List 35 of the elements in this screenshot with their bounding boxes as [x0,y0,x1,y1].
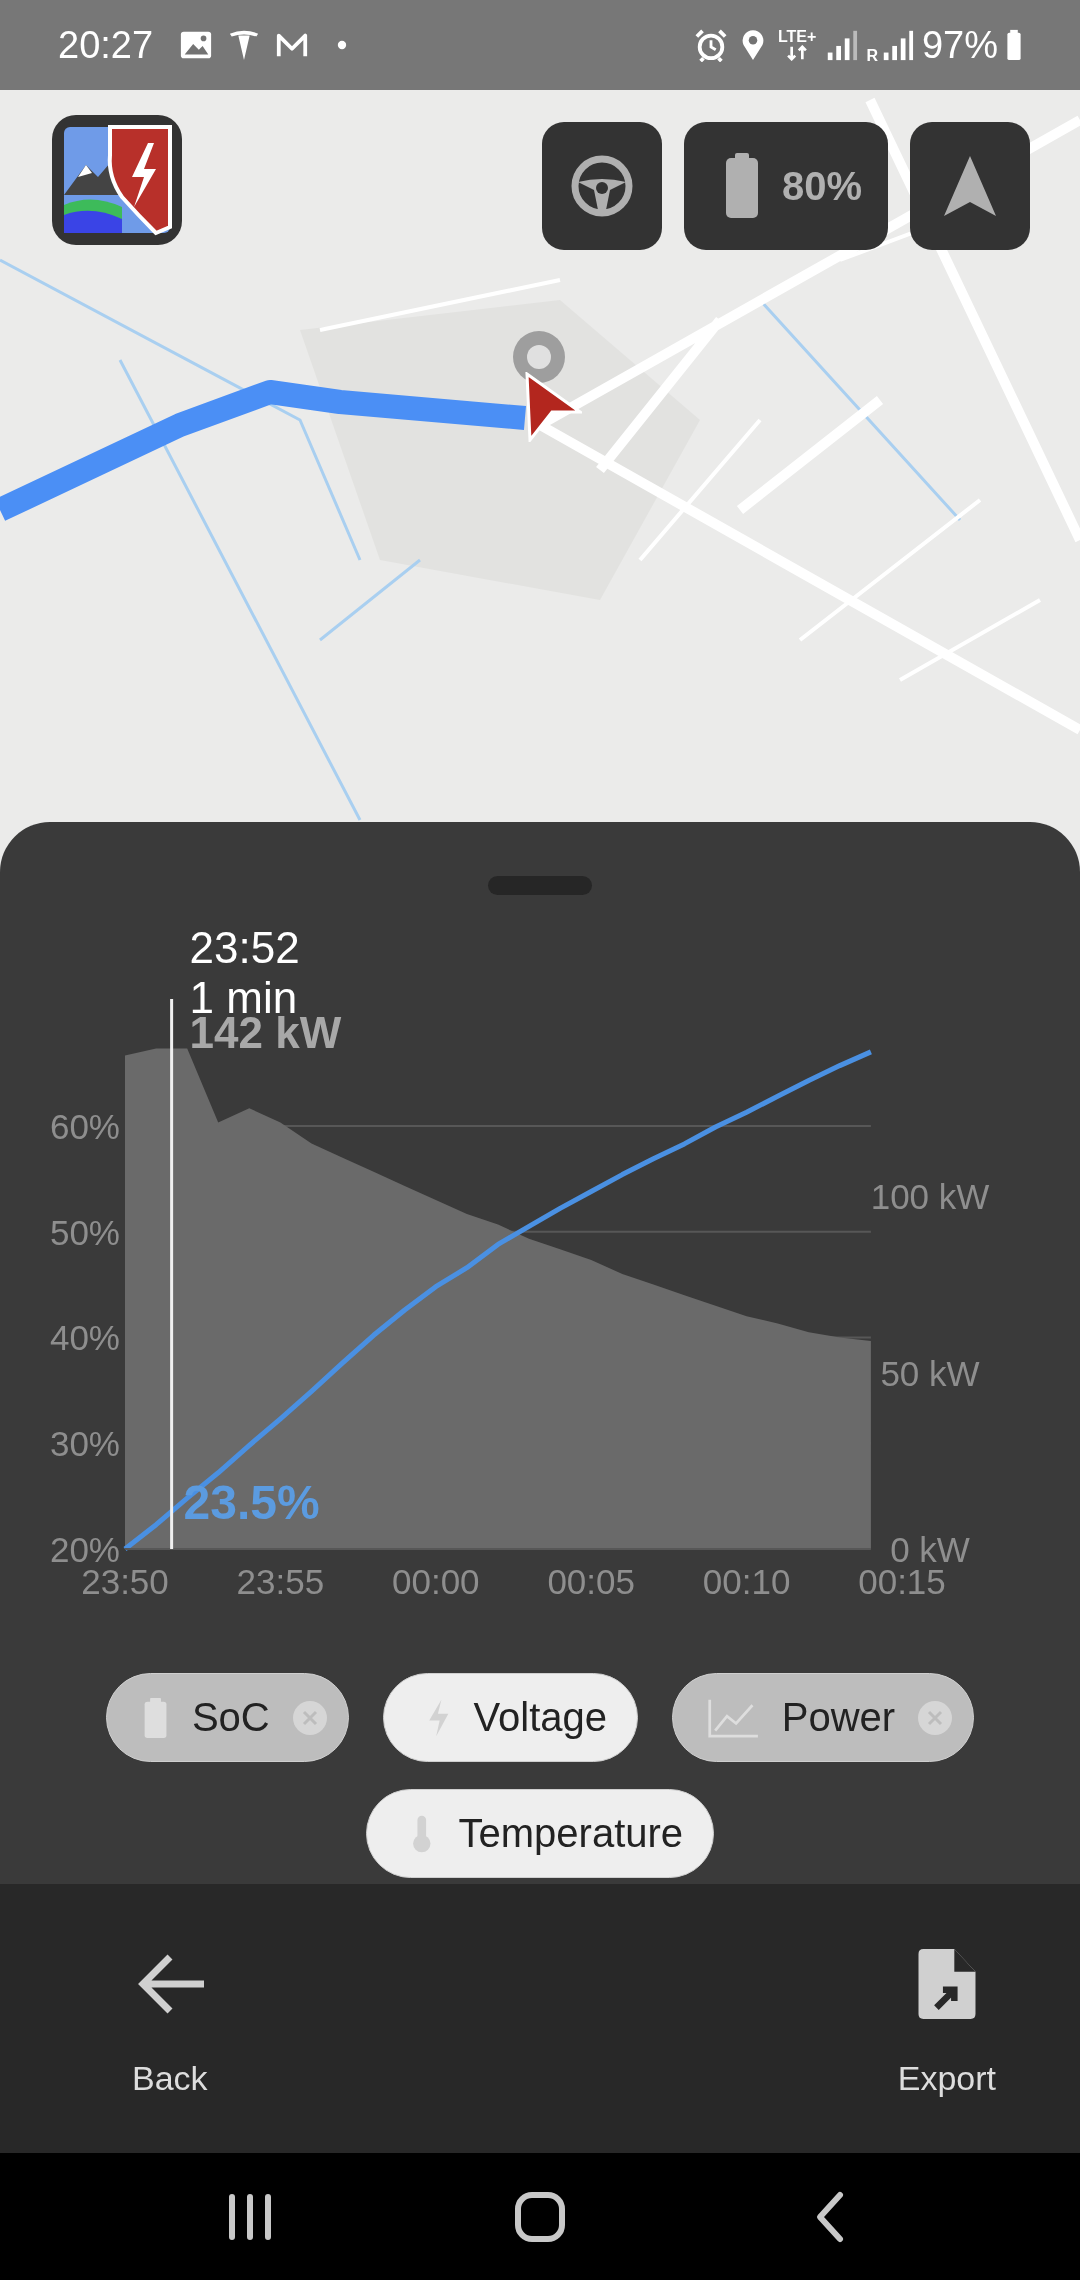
soc-reading: 23.5% [183,1476,320,1530]
network-type: LTE+ [778,29,817,45]
axis-label: 30% [49,1424,120,1464]
steering-wheel-button[interactable] [541,122,662,250]
filter-chip[interactable]: Temperature [365,1789,715,1878]
axis-label: 50 kW [880,1353,980,1393]
car-marker-icon [522,372,582,442]
file-export-icon [917,1949,976,2019]
axis-label: 00:05 [547,1562,635,1601]
axis-label: 23:55 [236,1562,325,1601]
chart-icon [707,1697,760,1738]
axis-label: 60% [49,1106,120,1146]
steering-wheel-icon [569,154,634,218]
axis-label: 00:10 [702,1562,791,1601]
alarm-icon [694,28,728,62]
app-logo-icon[interactable] [52,115,182,245]
battery-button[interactable]: 80% [683,122,888,250]
filter-chip[interactable]: Voltage [382,1673,639,1762]
dot-icon [337,40,348,50]
cursor-line[interactable] [170,999,174,1549]
axis-label: 100 kW [870,1177,990,1217]
map-pin-icon [512,330,566,384]
roaming-indicator: R [866,47,878,64]
axis-label: 00:00 [392,1562,480,1601]
cursor-time: 23:52 [189,923,300,972]
axis-label: 50% [49,1212,120,1252]
clock-time: 20:27 [58,23,154,67]
filter-chip[interactable]: SoC [105,1673,349,1762]
battery-percent: 97% [921,23,998,67]
axis-label: 40% [49,1318,120,1358]
filter-chip[interactable]: Power [672,1673,975,1762]
back-button[interactable]: Back [132,1949,208,2098]
navigate-button[interactable] [910,122,1030,250]
battery-icon [1006,28,1022,62]
export-button[interactable]: Export [897,1949,996,2098]
